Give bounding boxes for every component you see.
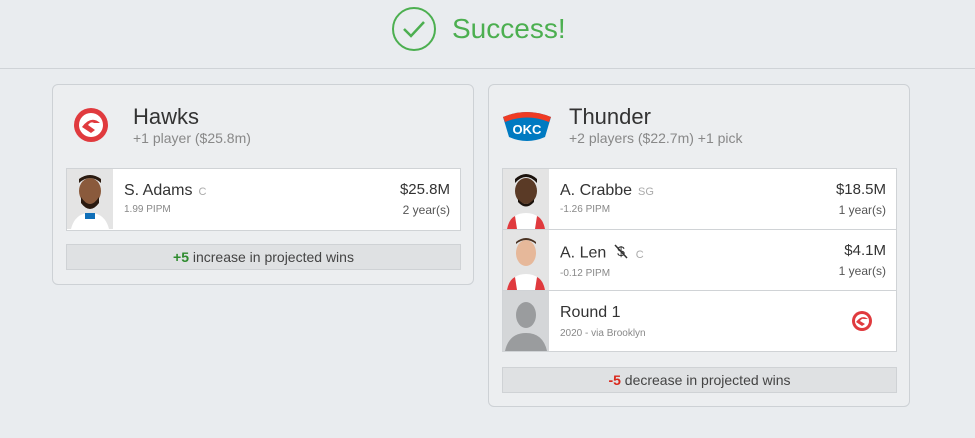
wins-change-text: increase in projected wins [188, 249, 354, 265]
player-headshot [503, 169, 549, 229]
wins-change-number: -5 [608, 372, 621, 388]
team-summary: +2 players ($22.7m) +1 pick [569, 130, 743, 146]
player-contract-years: 1 year(s) [838, 203, 886, 217]
player-position: SG [638, 186, 654, 198]
projected-wins-impact: +5 increase in projected wins [66, 244, 461, 270]
player-row-s-adams[interactable]: S. Adams C 1.99 PIPM $25.8M 2 year(s) [67, 169, 460, 230]
hawks-logo-icon [67, 103, 115, 147]
team-name: Hawks [133, 104, 200, 129]
player-salary: $18.5M [835, 181, 886, 198]
team-card-hawks: Hawks +1 player ($25.8m) S. Adams C 1.99 … [52, 84, 474, 285]
svg-text:OKC: OKC [513, 122, 543, 137]
no-money-icon: $ [614, 243, 628, 264]
player-row-a-crabbe[interactable]: A. Crabbe SG -1.26 PIPM $18.5M 1 year(s) [503, 169, 896, 230]
team-header: OKC Thunder +2 players ($22.7m) +1 pick [489, 85, 909, 165]
player-list: A. Crabbe SG -1.26 PIPM $18.5M 1 year(s) … [502, 168, 897, 352]
player-name: A. Len $ C [560, 243, 644, 264]
pick-name: Round 1 [560, 304, 621, 321]
player-contract-years: 1 year(s) [838, 264, 886, 278]
team-header: Hawks +1 player ($25.8m) [53, 85, 473, 165]
hawks-logo-icon [848, 307, 876, 335]
team-summary: +1 player ($25.8m) [133, 130, 251, 146]
wins-change-number: +5 [173, 249, 189, 265]
okc-thunder-logo-icon: OKC [501, 103, 551, 147]
projected-wins-impact: -5 decrease in projected wins [502, 367, 897, 393]
check-circle-icon [392, 7, 436, 51]
player-row-a-len[interactable]: A. Len $ C -0.12 PIPM $4.1M 1 year(s) [503, 230, 896, 291]
player-pipm: -1.26 PIPM [560, 204, 611, 215]
player-list: S. Adams C 1.99 PIPM $25.8M 2 year(s) [66, 168, 461, 231]
player-headshot [503, 230, 549, 290]
player-name: A. Crabbe SG [560, 182, 654, 199]
player-pipm: -0.12 PIPM [560, 268, 611, 279]
player-pipm: 1.99 PIPM [124, 204, 171, 215]
draft-pick-row[interactable]: Round 1 2020 - via Brooklyn [503, 291, 896, 352]
placeholder-headshot [503, 291, 549, 351]
player-position: C [198, 186, 207, 198]
player-salary: $25.8M [399, 181, 450, 198]
player-salary: $4.1M [844, 242, 886, 259]
player-name: S. Adams C [124, 182, 207, 199]
success-text: Success! [452, 13, 566, 44]
player-position: C [635, 248, 644, 261]
pick-detail: 2020 - via Brooklyn [560, 328, 646, 339]
player-headshot [67, 169, 113, 229]
team-card-thunder: OKC Thunder +2 players ($22.7m) +1 pick … [488, 84, 910, 407]
wins-change-text: decrease in projected wins [620, 372, 791, 388]
player-contract-years: 2 year(s) [402, 203, 450, 217]
success-banner: Success! [392, 6, 566, 52]
success-header: Success! [0, 0, 975, 69]
team-name: Thunder [569, 104, 651, 129]
